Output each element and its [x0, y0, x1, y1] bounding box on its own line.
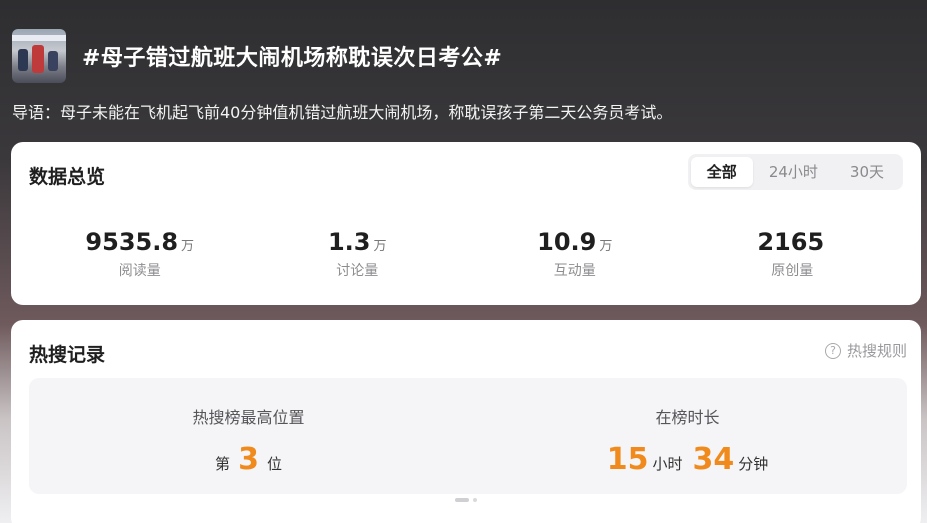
hot-search-title: 热搜记录: [29, 344, 106, 366]
tab-all[interactable]: 全部: [690, 157, 753, 187]
tab-30d[interactable]: 30天: [834, 157, 900, 187]
on-list-duration: 在榜时长 15 小时 34 分钟: [468, 378, 907, 494]
stat-unit: 万: [373, 239, 387, 254]
peak-prefix: 第: [215, 455, 231, 473]
topic-title: #母子错过航班大闹机场称耽误次日考公#: [82, 46, 503, 71]
stat-label: 互动量: [553, 263, 596, 279]
stat-value-line: 9535.8 万: [40, 228, 240, 258]
pager-dot[interactable]: [473, 498, 477, 502]
peak-label: 热搜榜最高位置: [192, 408, 305, 427]
stats-row: 9535.8 万 阅读量 1.3 万 讨论量 10.9 万 互动量 2165 原: [31, 228, 901, 280]
thumbnail-figure: [48, 51, 58, 71]
stat-label: 讨论量: [336, 263, 379, 279]
duration-hours-unit: 小时: [652, 455, 683, 473]
peak-suffix: 位: [266, 455, 282, 473]
thumbnail-figure: [32, 45, 44, 73]
topic-header: #母子错过航班大闹机场称耽误次日考公#: [12, 28, 502, 84]
stat-value: 1.3: [327, 228, 371, 256]
stat-value-line: 10.9 万: [475, 228, 675, 258]
stat-value: 9535.8: [85, 228, 179, 256]
pager-dots: [455, 498, 477, 502]
duration-hours: 15: [606, 442, 649, 477]
pager-dot-active[interactable]: [455, 498, 469, 502]
hot-search-panel: 热搜榜最高位置 第 3 位 在榜时长 15 小时 34 分钟: [29, 378, 907, 494]
duration-minutes: 34: [692, 442, 735, 477]
peak-position: 热搜榜最高位置 第 3 位: [29, 378, 468, 494]
question-circle-icon: ?: [824, 342, 841, 359]
stat-value: 10.9: [537, 228, 597, 256]
stat-unit: 万: [181, 239, 195, 254]
tab-24h[interactable]: 24小时: [753, 157, 834, 187]
stat-interactions: 10.9 万 互动量: [475, 228, 675, 280]
stat-reads: 9535.8 万 阅读量: [40, 228, 240, 280]
hot-search-card: 热搜记录 ? 热搜规则 热搜榜最高位置 第 3 位 在榜时长 15 小时 34 …: [11, 320, 921, 523]
stat-originals: 2165 原创量: [692, 228, 892, 280]
overview-title: 数据总览: [29, 166, 106, 188]
duration-minutes-unit: 分钟: [738, 455, 769, 473]
time-range-tabs: 全部 24小时 30天: [687, 154, 903, 190]
thumbnail-figure: [18, 49, 28, 71]
stat-value-line: 2165: [692, 228, 892, 258]
stat-label: 原创量: [771, 263, 814, 279]
stat-unit: 万: [599, 239, 613, 254]
stat-value-line: 1.3 万: [257, 228, 457, 258]
peak-value: 3: [238, 442, 259, 477]
thumbnail-sky: [12, 35, 66, 41]
peak-value-line: 第 3 位: [29, 442, 468, 477]
stat-discussions: 1.3 万 讨论量: [257, 228, 457, 280]
rules-label: 热搜规则: [846, 342, 907, 360]
topic-thumbnail[interactable]: [12, 29, 66, 83]
stat-value: 2165: [757, 228, 825, 256]
duration-label: 在榜时长: [655, 408, 720, 427]
topic-lead: 导语：母子未能在飞机起飞前40分钟值机错过航班大闹机场，称耽误孩子第二天公务员考…: [12, 103, 673, 122]
stat-label: 阅读量: [118, 263, 161, 279]
hot-search-rules-link[interactable]: ? 热搜规则: [824, 340, 907, 361]
overview-card: 数据总览 全部 24小时 30天 9535.8 万 阅读量 1.3 万 讨论量 …: [11, 142, 921, 305]
duration-value-line: 15 小时 34 分钟: [468, 442, 907, 477]
